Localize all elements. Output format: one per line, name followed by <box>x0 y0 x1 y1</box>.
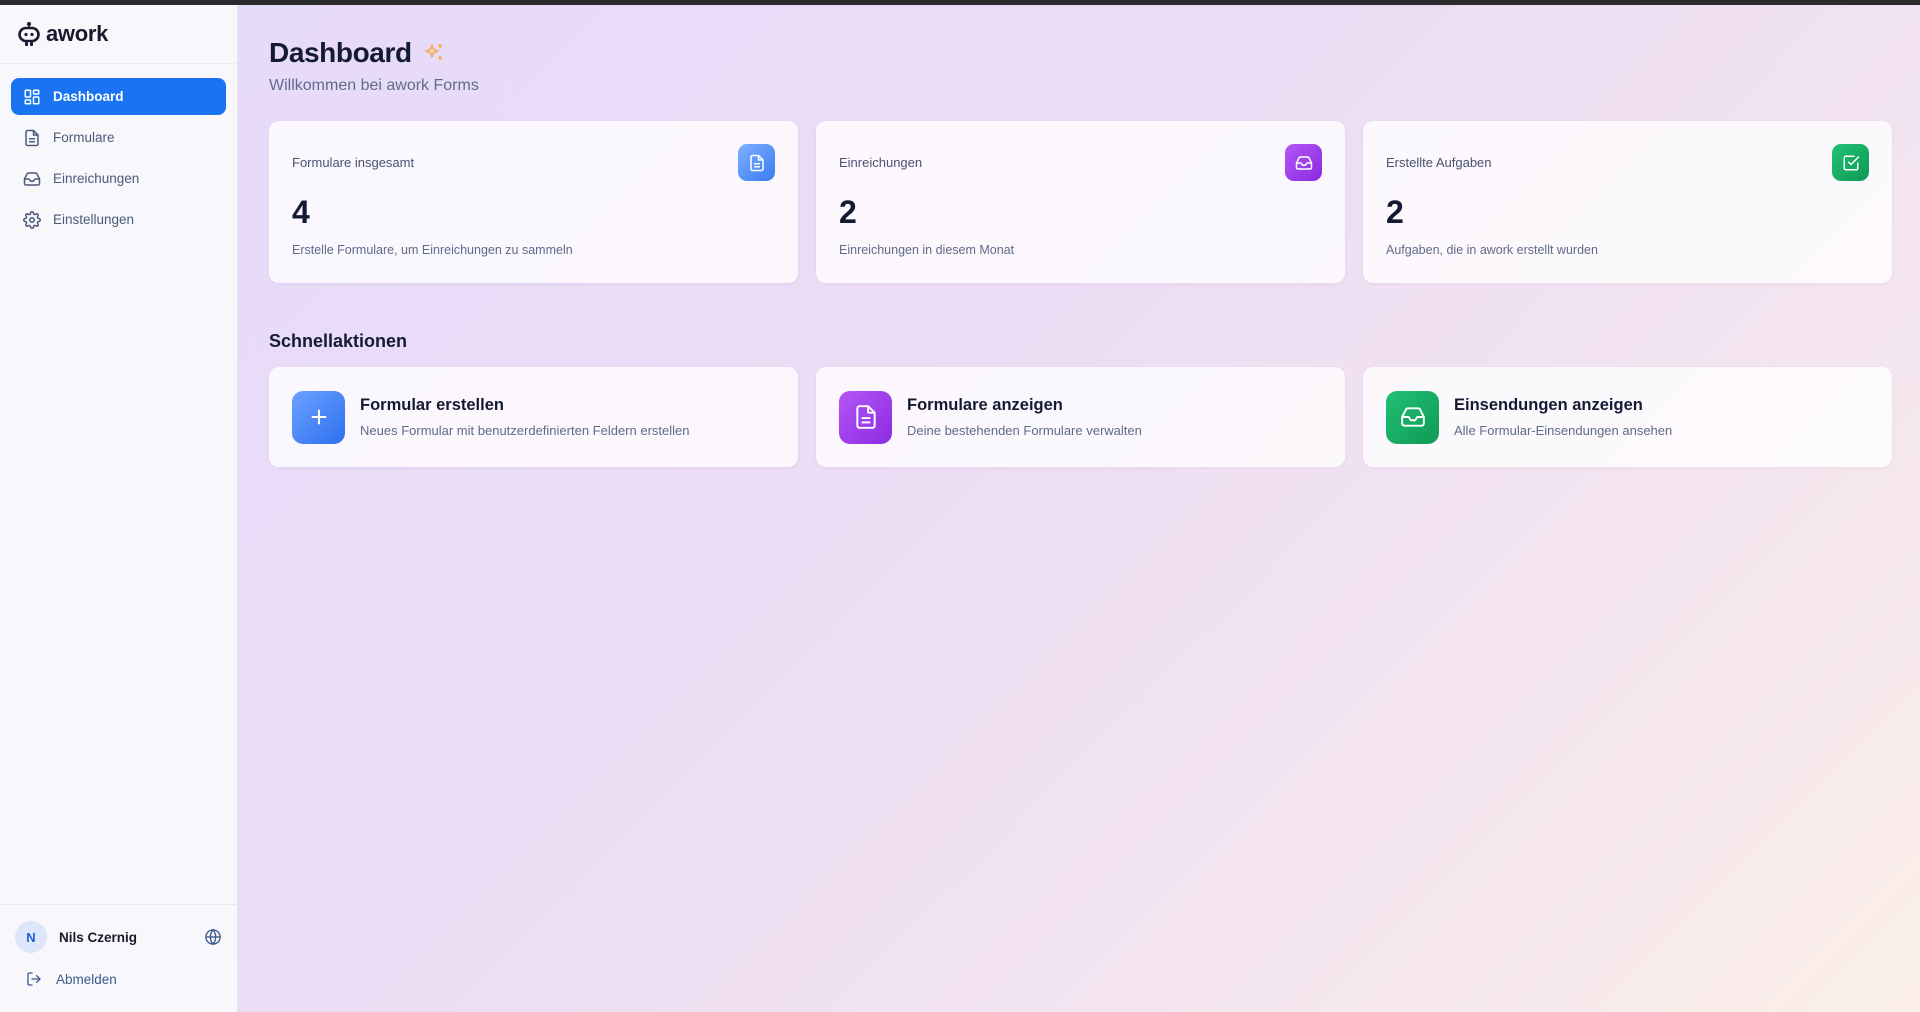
sidebar: awork Dashboard Formulare Einreichungen … <box>0 5 238 1012</box>
sidebar-item-formulare[interactable]: Formulare <box>11 119 226 156</box>
action-description: Alle Formular-Einsendungen ansehen <box>1454 423 1673 438</box>
logout-label: Abmelden <box>56 971 117 987</box>
sparkles-icon <box>424 44 442 60</box>
user-name: Nils Czernig <box>59 929 138 945</box>
stat-label: Formulare insgesamt <box>292 155 415 170</box>
user-profile[interactable]: N Nils Czernig <box>15 921 222 953</box>
action-icon-badge <box>839 390 892 444</box>
action-text: Einsendungen anzeigen Alle Formular-Eins… <box>1454 396 1672 438</box>
sidebar-footer: N Nils Czernig Abmelden <box>0 904 237 1012</box>
stat-card-forms: Formulare insgesamt 4 Erstelle Formulare… <box>269 121 798 283</box>
stat-value: 2 <box>1386 194 1404 230</box>
page-header: Dashboard <box>269 37 1920 69</box>
globe-icon[interactable] <box>204 928 222 946</box>
action-text: Formular erstellen Neues Formular mit be… <box>360 396 690 438</box>
stat-label: Einreichungen <box>839 155 923 170</box>
sidebar-item-label: Dashboard <box>53 89 124 104</box>
plus-icon <box>311 409 326 425</box>
action-title: Einsendungen anzeigen <box>1454 396 1643 414</box>
inbox-icon <box>23 171 41 186</box>
sidebar-item-label: Einreichungen <box>53 171 140 186</box>
quick-actions: Formular erstellen Neues Formular mit be… <box>269 367 1920 467</box>
sidebar-item-einstellungen[interactable]: Einstellungen <box>11 201 226 238</box>
stat-icon-badge <box>738 144 775 181</box>
action-text: Formulare anzeigen Deine bestehenden For… <box>907 396 1142 438</box>
sidebar-item-dashboard[interactable]: Dashboard <box>11 78 226 115</box>
sidebar-item-label: Einstellungen <box>53 212 135 227</box>
page-title: Dashboard <box>269 37 412 68</box>
logo[interactable]: awork <box>0 5 237 64</box>
logout-button[interactable]: Abmelden <box>26 971 117 987</box>
main-content: Dashboard Willkommen bei awork Forms For… <box>238 5 1920 1012</box>
action-icon-badge <box>1386 390 1439 444</box>
logout-icon <box>27 972 41 986</box>
document-icon <box>25 129 39 146</box>
app-window: awork Dashboard Formulare Einreichungen … <box>0 5 1920 1012</box>
gear-icon <box>23 210 41 229</box>
stats-row: Formulare insgesamt 4 Erstelle Formulare… <box>269 121 1920 283</box>
check-square-icon <box>1843 155 1859 170</box>
document-icon <box>855 405 876 429</box>
stat-icon-badge <box>1285 144 1322 181</box>
inbox-icon <box>1295 155 1312 170</box>
stat-description: Aufgaben, die in awork erstellt wurden <box>1386 243 1598 257</box>
stat-value: 4 <box>292 194 310 230</box>
stat-card-submissions: Einreichungen 2 Einreichungen in diesem … <box>816 121 1345 283</box>
sidebar-item-einreichungen[interactable]: Einreichungen <box>11 160 226 197</box>
logo-text: awork <box>46 21 109 46</box>
action-description: Neues Formular mit benutzerdefinierten F… <box>360 423 690 438</box>
stat-description: Erstelle Formulare, um Einreichungen zu … <box>292 243 573 257</box>
view-forms-button[interactable]: Formulare anzeigen Deine bestehenden For… <box>816 367 1345 467</box>
view-submissions-button[interactable]: Einsendungen anzeigen Alle Formular-Eins… <box>1363 367 1892 467</box>
section-title-quick-actions: Schnellaktionen <box>269 331 408 351</box>
sidebar-item-label: Formulare <box>53 130 115 145</box>
action-description: Deine bestehenden Formulare verwalten <box>907 423 1142 438</box>
inbox-icon <box>1400 407 1425 427</box>
stat-card-tasks: Erstellte Aufgaben 2 Aufgaben, die in aw… <box>1363 121 1892 283</box>
create-form-button[interactable]: Formular erstellen Neues Formular mit be… <box>269 367 798 467</box>
avatar: N <box>15 921 47 953</box>
action-title: Formulare anzeigen <box>907 396 1063 414</box>
stat-label: Erstellte Aufgaben <box>1386 155 1492 170</box>
action-icon-badge <box>292 390 345 444</box>
document-icon <box>749 154 764 171</box>
action-title: Formular erstellen <box>360 396 504 414</box>
stat-icon-badge <box>1832 144 1869 181</box>
sidebar-nav: Dashboard Formulare Einreichungen Einste… <box>0 64 237 252</box>
page-subtitle: Willkommen bei awork Forms <box>269 77 479 94</box>
awork-logo-icon <box>18 22 40 46</box>
stat-description: Einreichungen in diesem Monat <box>839 243 1015 257</box>
stat-value: 2 <box>839 194 857 230</box>
dashboard-icon <box>24 89 40 104</box>
